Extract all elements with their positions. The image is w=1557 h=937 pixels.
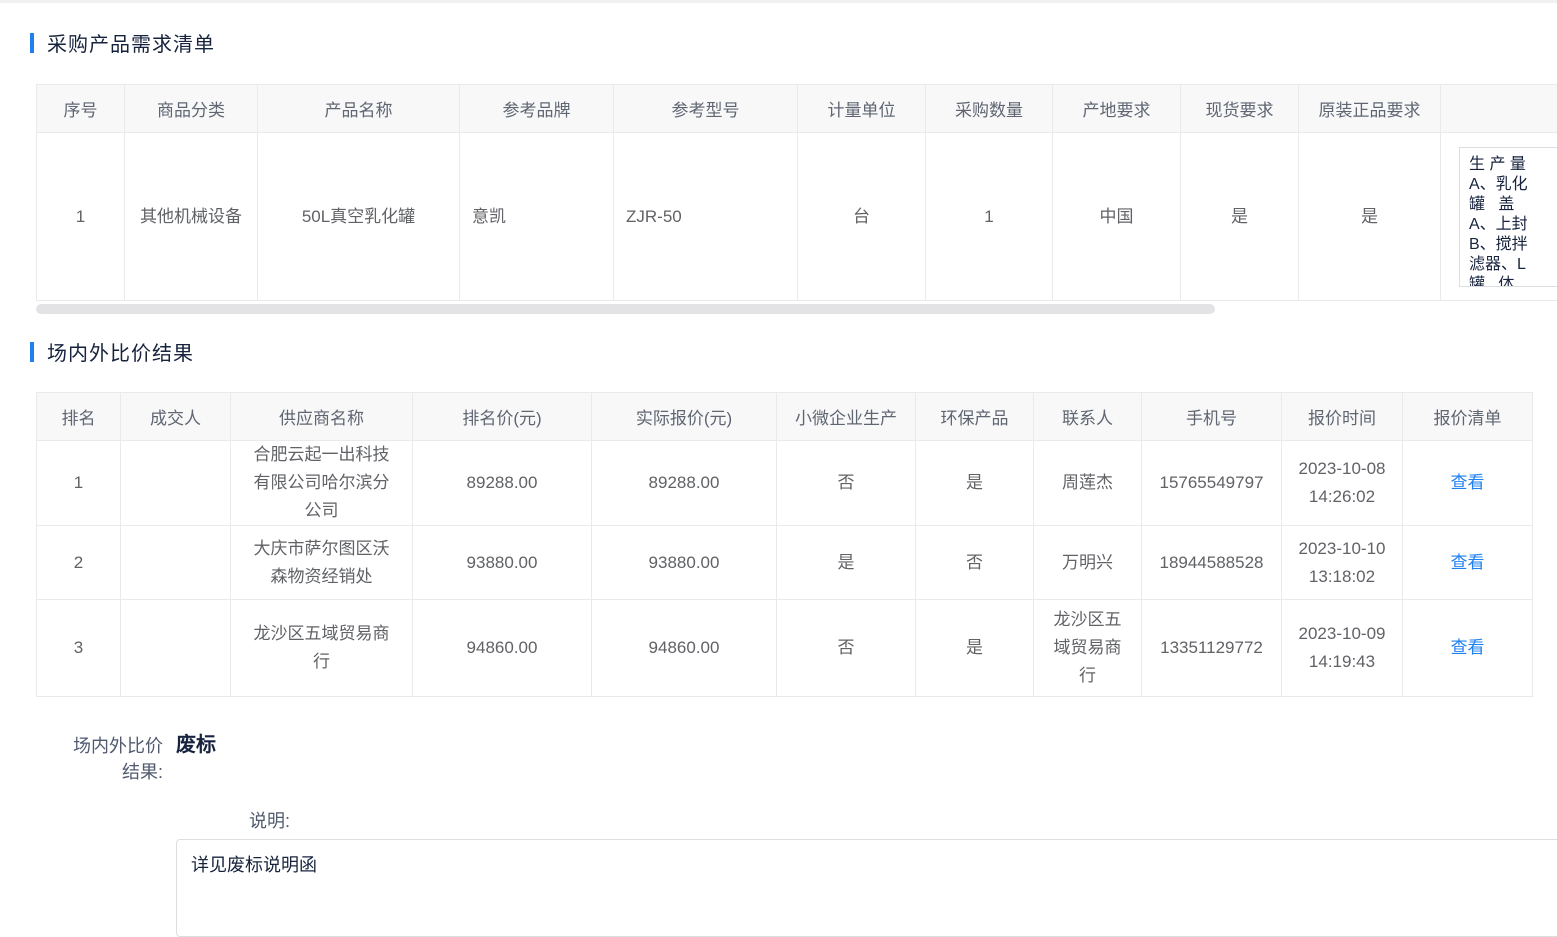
col-header-in-stock: 现货要求 — [1181, 85, 1299, 133]
col-header-quote-list: 报价清单 — [1403, 393, 1533, 441]
comparison-row-2: 2 大庆市萨尔图区沃森物资经销处 93880.00 93880.00 是 否 万… — [37, 526, 1533, 600]
cell-quote-list: 查看 — [1403, 526, 1533, 600]
cell-rank: 3 — [37, 600, 121, 697]
col-header-supplier: 供应商名称 — [231, 393, 413, 441]
cell-brand: 意凯 — [460, 133, 614, 301]
section1-accent-bar — [30, 33, 34, 53]
cell-actual-price: 94860.00 — [592, 600, 777, 697]
cell-small-micro: 否 — [777, 600, 916, 697]
col-header-unit: 计量单位 — [798, 85, 926, 133]
cell-supplier: 合肥云起一出科技有限公司哈尔滨分公司 — [231, 441, 413, 526]
top-divider — [0, 0, 1557, 3]
cell-actual-price: 93880.00 — [592, 526, 777, 600]
cell-eco: 是 — [916, 600, 1034, 697]
note-input[interactable]: 详见废标说明函 — [176, 839, 1557, 937]
comparison-table-header-row: 排名 成交人 供应商名称 排名价(元) 实际报价(元) 小微企业生产 环保产品 … — [37, 393, 1533, 441]
col-header-quantity: 采购数量 — [926, 85, 1053, 133]
col-header-rank-price: 排名价(元) — [413, 393, 592, 441]
result-value: 废标 — [176, 728, 216, 757]
col-header-brand: 参考品牌 — [460, 85, 614, 133]
section1-header: 采购产品需求清单 — [30, 28, 1557, 57]
cell-contact: 周莲杰 — [1034, 441, 1142, 526]
horizontal-scrollbar-track — [36, 304, 1557, 314]
cell-supplier: 大庆市萨尔图区沃森物资经销处 — [231, 526, 413, 600]
section2-accent-bar — [30, 342, 34, 362]
product-spec-textbox[interactable]: 生 产 量 A、乳化 罐 盖 A、上封 B、搅拌 滤器、L 罐 体 — [1459, 147, 1557, 287]
product-table-viewport: 序号 商品分类 产品名称 参考品牌 参考型号 计量单位 采购数量 产地要求 现货… — [36, 84, 1557, 301]
cell-phone: 18944588528 — [1142, 526, 1282, 600]
col-header-phone: 手机号 — [1142, 393, 1282, 441]
cell-phone: 15765549797 — [1142, 441, 1282, 526]
cell-quote-time: 2023-10-08 14:26:02 — [1282, 441, 1403, 526]
cell-quote-list: 查看 — [1403, 600, 1533, 697]
cell-phone: 13351129772 — [1142, 600, 1282, 697]
cell-small-micro: 是 — [777, 526, 916, 600]
cell-supplier: 龙沙区五域贸易商行 — [231, 600, 413, 697]
col-header-seq: 序号 — [37, 85, 125, 133]
cell-unit: 台 — [798, 133, 926, 301]
cell-contact: 龙沙区五域贸易商行 — [1034, 600, 1142, 697]
col-header-spec — [1441, 85, 1557, 133]
cell-seq: 1 — [37, 133, 125, 301]
cell-winner — [121, 441, 231, 526]
cell-quote-time: 2023-10-10 13:18:02 — [1282, 526, 1403, 600]
cell-actual-price: 89288.00 — [592, 441, 777, 526]
col-header-small-micro: 小微企业生产 — [777, 393, 916, 441]
col-header-genuine: 原装正品要求 — [1299, 85, 1441, 133]
cell-small-micro: 否 — [777, 441, 916, 526]
section2-title: 场内外比价结果 — [47, 337, 194, 366]
cell-category: 其他机械设备 — [125, 133, 258, 301]
product-table-row: 1 其他机械设备 50L真空乳化罐 意凯 ZJR-50 台 1 中国 是 是 生… — [37, 133, 1557, 301]
cell-quote-list: 查看 — [1403, 441, 1533, 526]
cell-rank-price: 94860.00 — [413, 600, 592, 697]
result-label: 场内外比价结果: — [63, 733, 163, 785]
cell-winner — [121, 600, 231, 697]
col-header-product-name: 产品名称 — [258, 85, 460, 133]
cell-rank-price: 89288.00 — [413, 441, 592, 526]
cell-quote-time: 2023-10-09 14:19:43 — [1282, 600, 1403, 697]
view-quote-link[interactable]: 查看 — [1451, 553, 1485, 572]
col-header-origin: 产地要求 — [1053, 85, 1181, 133]
result-form: 场内外比价结果: 废标 说明: 详见废标说明函 — [0, 697, 1557, 875]
cell-winner — [121, 526, 231, 600]
cell-product-name: 50L真空乳化罐 — [258, 133, 460, 301]
col-header-quote-time: 报价时间 — [1282, 393, 1403, 441]
view-quote-link[interactable]: 查看 — [1451, 638, 1485, 657]
col-header-winner: 成交人 — [121, 393, 231, 441]
cell-eco: 是 — [916, 441, 1034, 526]
section2-header: 场内外比价结果 — [30, 337, 1557, 366]
cell-origin: 中国 — [1053, 133, 1181, 301]
cell-contact: 万明兴 — [1034, 526, 1142, 600]
col-header-contact: 联系人 — [1034, 393, 1142, 441]
comparison-row-3: 3 龙沙区五域贸易商行 94860.00 94860.00 否 是 龙沙区五域贸… — [37, 600, 1533, 697]
col-header-category: 商品分类 — [125, 85, 258, 133]
cell-model: ZJR-50 — [614, 133, 798, 301]
cell-quantity: 1 — [926, 133, 1053, 301]
cell-rank-price: 93880.00 — [413, 526, 592, 600]
note-label: 说明: — [176, 807, 290, 833]
comparison-results-table: 排名 成交人 供应商名称 排名价(元) 实际报价(元) 小微企业生产 环保产品 … — [36, 392, 1533, 697]
cell-in-stock: 是 — [1181, 133, 1299, 301]
cell-rank: 2 — [37, 526, 121, 600]
col-header-actual-price: 实际报价(元) — [592, 393, 777, 441]
col-header-rank: 排名 — [37, 393, 121, 441]
cell-rank: 1 — [37, 441, 121, 526]
product-table-header-row: 序号 商品分类 产品名称 参考品牌 参考型号 计量单位 采购数量 产地要求 现货… — [37, 85, 1557, 133]
cell-genuine: 是 — [1299, 133, 1441, 301]
col-header-eco: 环保产品 — [916, 393, 1034, 441]
col-header-model: 参考型号 — [614, 85, 798, 133]
comparison-table-wrap: 排名 成交人 供应商名称 排名价(元) 实际报价(元) 小微企业生产 环保产品 … — [36, 392, 1557, 697]
cell-spec: 生 产 量 A、乳化 罐 盖 A、上封 B、搅拌 滤器、L 罐 体 — [1441, 133, 1557, 301]
section1-title: 采购产品需求清单 — [47, 28, 215, 57]
product-requirements-table: 序号 商品分类 产品名称 参考品牌 参考型号 计量单位 采购数量 产地要求 现货… — [36, 84, 1557, 301]
note-text: 详见废标说明函 — [191, 855, 317, 875]
horizontal-scrollbar-thumb[interactable] — [36, 304, 1215, 314]
comparison-row-1: 1 合肥云起一出科技有限公司哈尔滨分公司 89288.00 89288.00 否… — [37, 441, 1533, 526]
cell-eco: 否 — [916, 526, 1034, 600]
view-quote-link[interactable]: 查看 — [1451, 473, 1485, 492]
